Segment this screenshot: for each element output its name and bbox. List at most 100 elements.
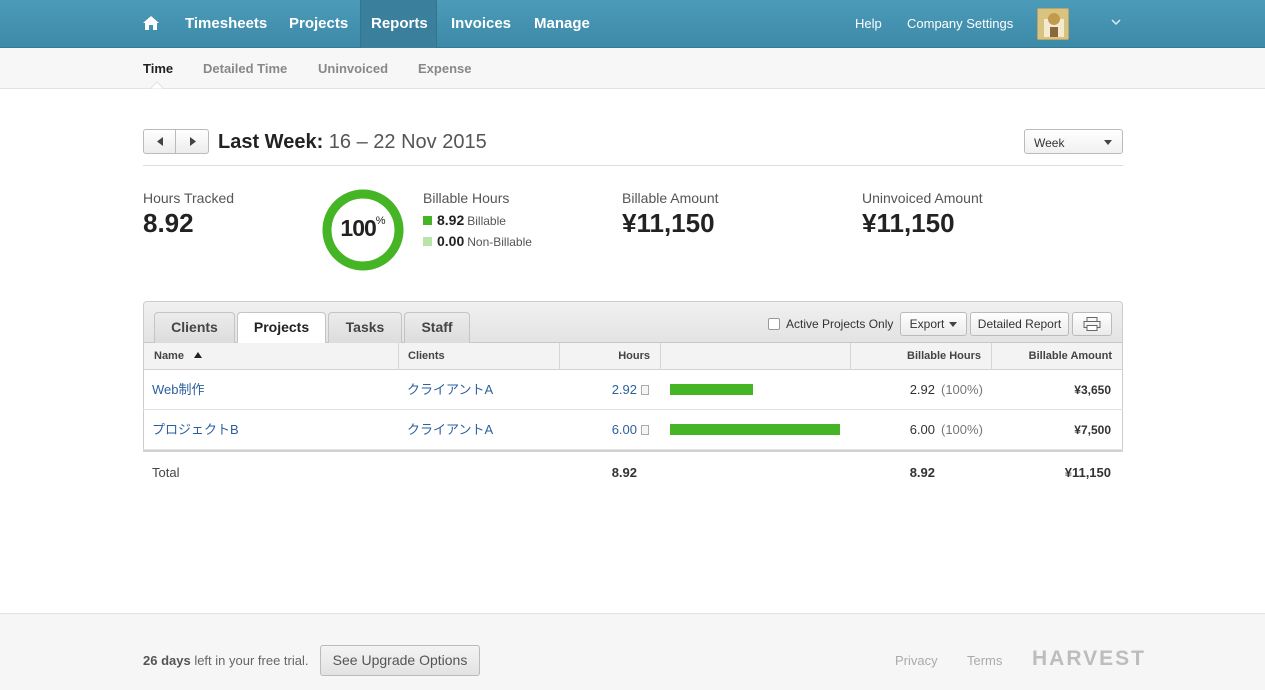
- total-billable-hours: 8.92: [909, 465, 935, 480]
- non-billable-swatch: [423, 237, 432, 246]
- subnav-detailed-time[interactable]: Detailed Time: [203, 61, 287, 76]
- see-upgrade-options-button[interactable]: See Upgrade Options: [320, 645, 480, 676]
- hours-tracked-value: 8.92: [143, 208, 194, 238]
- hours-link[interactable]: 6.00: [563, 410, 637, 450]
- active-projects-only-label: Active Projects Only: [786, 317, 894, 331]
- reports-subnav: Time Detailed Time Uninvoiced Expense: [0, 48, 1265, 89]
- column-divider: [398, 343, 399, 370]
- legend-non-billable: 0.00 Non-Billable: [423, 233, 532, 249]
- active-tab-caret: [150, 81, 164, 89]
- subnav-time[interactable]: Time: [143, 61, 173, 76]
- avatar[interactable]: [1037, 8, 1069, 40]
- dropdown-arrow-icon: [949, 322, 958, 327]
- billable-percent: (100%): [941, 422, 983, 437]
- billable-amount-label: Billable Amount: [622, 190, 719, 206]
- uninvoiced-amount-value: ¥11,150: [862, 208, 955, 238]
- detailed-report-button[interactable]: Detailed Report: [970, 312, 1069, 336]
- column-header-clients[interactable]: Clients: [408, 343, 445, 370]
- chevron-down-icon[interactable]: [1110, 16, 1122, 28]
- billable-amount-value: ¥7,500: [1074, 423, 1111, 437]
- legend-billable: 8.92 Billable: [423, 212, 506, 228]
- column-header-hours[interactable]: Hours: [560, 343, 650, 370]
- tab-projects[interactable]: Projects: [237, 312, 326, 344]
- project-name-link[interactable]: Web制作: [152, 370, 205, 410]
- terms-link[interactable]: Terms: [967, 653, 1002, 668]
- period-type-select[interactable]: Week: [1024, 129, 1123, 154]
- column-header-name[interactable]: Name: [154, 343, 203, 370]
- report-tabbar: Clients Projects Tasks Staff Active Proj…: [144, 302, 1122, 344]
- billable-hours-value: 8.92: [437, 212, 465, 228]
- billable-percent: 100%: [322, 215, 404, 242]
- notes-icon[interactable]: [641, 425, 649, 435]
- column-header-billable-hours[interactable]: Billable Hours: [851, 343, 981, 370]
- billable-percent-value: 100: [340, 215, 376, 241]
- billable-swatch: [423, 216, 432, 225]
- hours-bar: [670, 424, 840, 435]
- footer: 26 days left in your free trial. See Upg…: [0, 613, 1265, 690]
- arrow-right-icon: [190, 137, 196, 146]
- project-name-link[interactable]: プロジェクトB: [152, 410, 239, 450]
- period-title: Last Week: 16 – 22 Nov 2015: [218, 131, 487, 154]
- non-billable-text: Non-Billable: [467, 235, 532, 249]
- sort-ascending-icon: [194, 352, 203, 358]
- harvest-logo[interactable]: HARVEST: [1032, 647, 1146, 671]
- divider: [143, 165, 1123, 166]
- trial-notice: 26 days left in your free trial.: [143, 653, 308, 668]
- nav-manage[interactable]: Manage: [534, 0, 590, 48]
- total-row: Total 8.92 8.92 ¥11,150: [143, 450, 1123, 494]
- print-button[interactable]: [1072, 312, 1112, 336]
- hours-bar: [670, 384, 753, 395]
- arrow-left-icon: [157, 137, 163, 146]
- billable-amount-value: ¥11,150: [622, 208, 715, 238]
- previous-period-button[interactable]: [144, 130, 176, 153]
- avatar-image: [1038, 9, 1068, 39]
- subnav-expense[interactable]: Expense: [418, 61, 471, 76]
- period-type-value: Week: [1034, 136, 1065, 150]
- table-header: Name Clients Hours Billable Hours Billab…: [144, 343, 1122, 370]
- table-row: プロジェクトB クライアントA 6.00 6.00 (100%) ¥7,500: [143, 410, 1123, 450]
- nav-invoices[interactable]: Invoices: [451, 0, 511, 48]
- hours-tracked-label: Hours Tracked: [143, 190, 235, 206]
- percent-sign: %: [375, 215, 386, 228]
- column-name-label: Name: [154, 350, 184, 362]
- total-billable-amount: ¥11,150: [1064, 465, 1111, 480]
- period-label: Last Week:: [218, 131, 324, 153]
- total-label: Total: [152, 465, 180, 480]
- nav-timesheets[interactable]: Timesheets: [185, 0, 267, 48]
- top-navigation: Timesheets Projects Reports Invoices Man…: [0, 0, 1265, 48]
- notes-icon[interactable]: [641, 385, 649, 395]
- billable-hours-label: Billable Hours: [423, 190, 510, 206]
- total-hours: 8.92: [611, 465, 637, 480]
- billable-text: Billable: [467, 214, 506, 228]
- printer-icon: [1083, 317, 1101, 331]
- nav-projects[interactable]: Projects: [289, 0, 348, 48]
- period-range: 16 – 22 Nov 2015: [328, 131, 487, 153]
- help-link[interactable]: Help: [855, 0, 882, 48]
- column-divider: [660, 343, 661, 370]
- billable-percent: (100%): [941, 382, 983, 397]
- export-button[interactable]: Export: [900, 312, 967, 336]
- trial-days: 26 days: [143, 653, 191, 668]
- non-billable-hours-value: 0.00: [437, 233, 465, 249]
- billable-hours-value: 2.92: [909, 382, 935, 397]
- trial-text: left in your free trial.: [190, 653, 309, 668]
- company-settings-link[interactable]: Company Settings: [907, 0, 1013, 48]
- billable-hours-value: 6.00: [909, 422, 935, 437]
- home-icon[interactable]: [142, 14, 160, 32]
- subnav-uninvoiced[interactable]: Uninvoiced: [318, 61, 388, 76]
- next-period-button[interactable]: [177, 130, 209, 153]
- privacy-link[interactable]: Privacy: [895, 653, 938, 668]
- tab-clients[interactable]: Clients: [154, 312, 235, 343]
- tab-staff[interactable]: Staff: [404, 312, 470, 343]
- column-header-billable-amount[interactable]: Billable Amount: [992, 343, 1112, 370]
- client-name-link[interactable]: クライアントA: [407, 410, 493, 450]
- client-name-link[interactable]: クライアントA: [407, 370, 493, 410]
- hours-link[interactable]: 2.92: [563, 370, 637, 410]
- nav-reports[interactable]: Reports: [360, 0, 437, 48]
- period-pager: [143, 129, 209, 154]
- tab-tasks[interactable]: Tasks: [328, 312, 402, 343]
- dropdown-arrow-icon: [1104, 140, 1112, 145]
- table-row: Web制作 クライアントA 2.92 2.92 (100%) ¥3,650: [143, 370, 1123, 410]
- active-projects-only-checkbox[interactable]: [768, 318, 780, 330]
- billable-amount-value: ¥3,650: [1074, 383, 1111, 397]
